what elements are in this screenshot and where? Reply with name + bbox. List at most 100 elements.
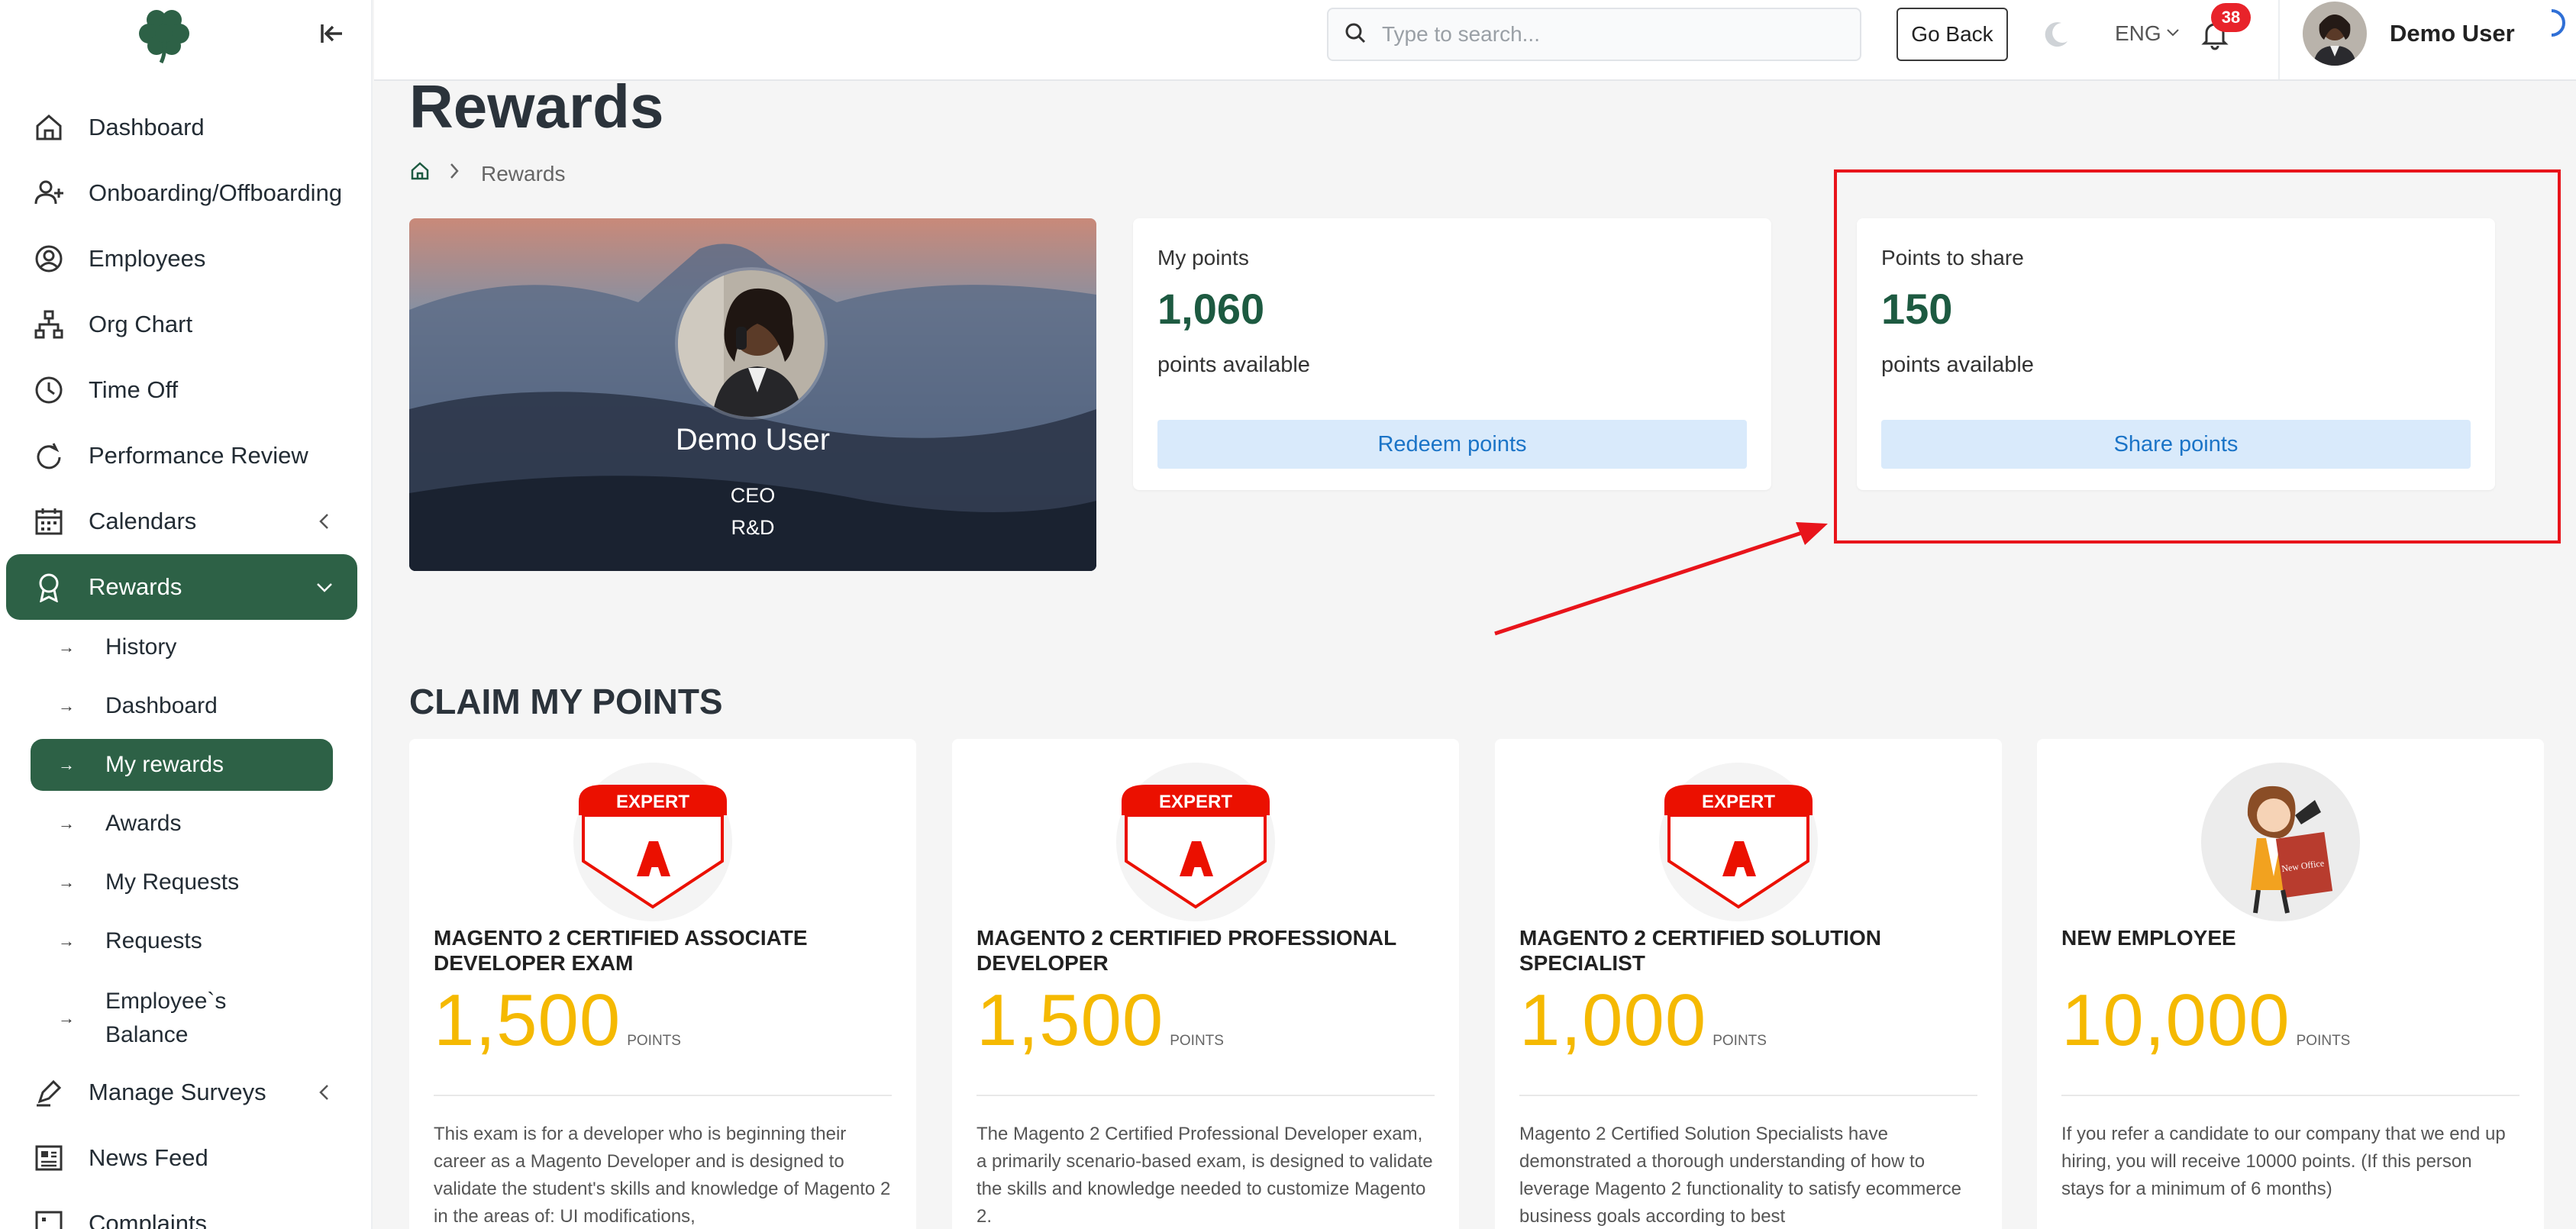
arrow-right-icon: →	[58, 637, 75, 656]
sidebar-item-employees[interactable]: Employees	[6, 226, 357, 292]
my-points-caption: points available	[1157, 353, 1310, 377]
sidebar-subitem-label: Employee`s Balance	[105, 989, 227, 1047]
expert-badge-icon: EXPERT	[1658, 762, 1819, 922]
reward-points: 10,000 POINTS	[2061, 979, 2350, 1063]
divider	[434, 1095, 892, 1096]
reward-points: 1,000 POINTS	[1519, 979, 1767, 1063]
calendar-icon	[32, 505, 66, 538]
sidebar-item-rewards[interactable]: Rewards	[6, 554, 357, 620]
sidebar-subitem-dashboard[interactable]: → Dashboard	[31, 680, 333, 732]
sidebar-item-label: Org Chart	[89, 311, 193, 337]
sidebar-item-org-chart[interactable]: Org Chart	[6, 292, 357, 357]
claim-points-heading: CLAIM MY POINTS	[409, 682, 723, 721]
sidebar-item-calendars[interactable]: Calendars	[6, 489, 357, 554]
arrow-right-icon: →	[58, 755, 75, 774]
sidebar-item-manage-surveys[interactable]: Manage Surveys	[6, 1060, 357, 1125]
language-selector[interactable]: ENG	[2115, 21, 2181, 46]
user-circle-icon	[32, 242, 66, 276]
clover-logo-icon[interactable]	[134, 3, 195, 64]
search-icon	[1344, 21, 1367, 48]
reward-description: If you refer a candidate to our company …	[2061, 1124, 2506, 1199]
badge-label: EXPERT	[1702, 792, 1775, 812]
sidebar-item-news-feed[interactable]: News Feed	[6, 1125, 357, 1191]
profile-card: Demo User CEO R&D	[409, 218, 1096, 571]
arrow-right-icon: →	[58, 696, 75, 715]
reward-description: The Magento 2 Certified Professional Dev…	[976, 1124, 1433, 1227]
badge-label: EXPERT	[616, 792, 689, 812]
sidebar-subitem-label: Awards	[105, 811, 182, 836]
sidebar-subitem-employees-balance[interactable]: → Employee`s Balance	[31, 980, 333, 1056]
sidebar-item-label: Employees	[89, 245, 206, 272]
reward-title: MAGENTO 2 CERTIFIED PROFESSIONAL DEVELOP…	[976, 926, 1396, 975]
header-user-name[interactable]: Demo User	[2390, 20, 2515, 47]
expert-badge-icon: EXPERT	[573, 762, 733, 922]
award-icon	[32, 570, 66, 604]
reward-points-value: 1,500	[976, 979, 1164, 1061]
reward-card[interactable]: EXPERT MAGENTO 2 CERTIFIED ASSOCIATE DEV…	[409, 739, 916, 1229]
pen-icon	[32, 1076, 66, 1109]
sidebar-item-complaints[interactable]: Complaints	[6, 1191, 357, 1229]
arrow-right-icon: →	[58, 1008, 75, 1027]
divider	[2061, 1095, 2520, 1096]
reward-points-unit: POINTS	[1170, 1033, 1224, 1049]
divider	[1519, 1095, 1977, 1096]
reward-title: MAGENTO 2 CERTIFIED SOLUTION SPECIALIST	[1519, 926, 1881, 975]
sidebar-subitem-history[interactable]: → History	[31, 621, 333, 673]
arrow-right-icon: →	[58, 931, 75, 950]
search-input[interactable]	[1382, 22, 1840, 47]
reward-card[interactable]: EXPERT MAGENTO 2 CERTIFIED SOLUTION SPEC…	[1495, 739, 2002, 1229]
reward-points-value: 1,000	[1519, 979, 1707, 1061]
search-box[interactable]	[1327, 8, 1861, 61]
sidebar-subitem-my-requests[interactable]: → My Requests	[31, 856, 333, 908]
profile-department: R&D	[731, 516, 775, 539]
sidebar-subitem-label: My Requests	[105, 869, 240, 895]
collapse-sidebar-icon[interactable]	[315, 17, 348, 50]
breadcrumb-current: Rewards	[481, 161, 566, 185]
reward-card[interactable]: EXPERT MAGENTO 2 CERTIFIED PROFESSIONAL …	[952, 739, 1459, 1229]
sidebar-item-label: Calendars	[89, 508, 197, 534]
sidebar-item-label: Dashboard	[89, 114, 205, 140]
home-icon[interactable]	[409, 160, 431, 187]
sidebar: Dashboard Onboarding/Offboarding Employe…	[0, 0, 373, 1229]
reward-description: This exam is for a developer who is begi…	[434, 1124, 891, 1227]
chat-icon	[32, 1207, 66, 1229]
sidebar-item-onboarding[interactable]: Onboarding/Offboarding	[6, 160, 357, 226]
sidebar-item-label: Time Off	[89, 376, 179, 403]
go-back-button[interactable]: Go Back	[1896, 8, 2008, 61]
chevron-right-icon	[446, 160, 463, 187]
reward-points: 1,500 POINTS	[976, 979, 1224, 1063]
reward-title: MAGENTO 2 CERTIFIED ASSOCIATE DEVELOPER …	[434, 926, 808, 975]
sidebar-item-performance-review[interactable]: Performance Review	[6, 423, 357, 489]
sidebar-subitem-requests[interactable]: → Requests	[31, 915, 333, 967]
chevron-left-icon	[313, 1081, 336, 1104]
sidebar-item-label: Performance Review	[89, 442, 308, 469]
breadcrumb: Rewards	[409, 160, 565, 187]
home-icon	[32, 111, 66, 144]
dark-mode-toggle-icon[interactable]	[2040, 18, 2072, 50]
reward-points-value: 10,000	[2061, 979, 2290, 1061]
arrow-right-icon: →	[58, 814, 75, 833]
header-divider	[2278, 0, 2280, 79]
sidebar-item-label: Onboarding/Offboarding	[89, 179, 343, 206]
avatar[interactable]	[2303, 2, 2367, 66]
my-points-value: 1,060	[1157, 285, 1265, 333]
sidebar-item-label: Complaints	[89, 1210, 208, 1229]
sidebar-item-label: Manage Surveys	[89, 1079, 266, 1105]
reward-points: 1,500 POINTS	[434, 979, 681, 1063]
reward-points-value: 1,500	[434, 979, 621, 1061]
sidebar-item-time-off[interactable]: Time Off	[6, 357, 357, 423]
profile-role: CEO	[730, 484, 776, 507]
page-title: Rewards	[409, 73, 664, 140]
reward-card[interactable]: New Office NEW EMPLOYEE 10,000 POINTS If…	[2037, 739, 2544, 1229]
sidebar-item-label: News Feed	[89, 1144, 208, 1171]
reward-points-unit: POINTS	[1712, 1033, 1767, 1049]
redeem-points-button[interactable]: Redeem points	[1157, 420, 1747, 469]
user-plus-icon	[32, 176, 66, 210]
chevron-down-icon	[2164, 21, 2181, 46]
my-points-card: My points 1,060 points available Redeem …	[1133, 218, 1771, 490]
sidebar-subitem-awards[interactable]: → Awards	[31, 798, 333, 850]
sidebar-item-dashboard[interactable]: Dashboard	[6, 95, 357, 160]
sidebar-subitem-my-rewards[interactable]: → My rewards	[31, 739, 333, 791]
my-points-label: My points	[1157, 246, 1249, 269]
newspaper-icon	[32, 1141, 66, 1175]
